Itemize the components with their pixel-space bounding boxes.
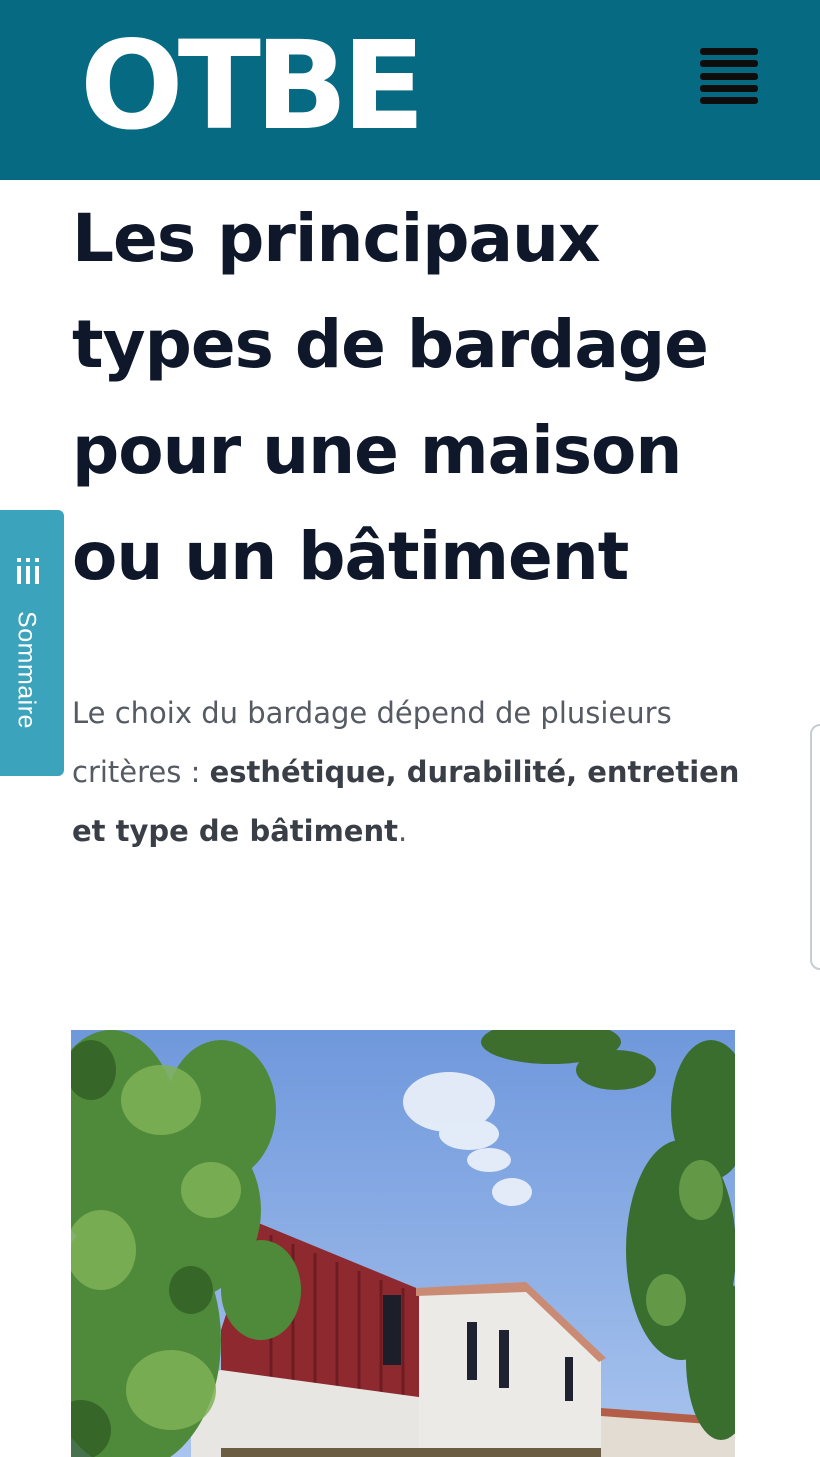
hamburger-icon [700, 48, 758, 55]
logo-text: OTBE [80, 22, 419, 134]
intro-end: . [397, 814, 408, 848]
hero-image [71, 1030, 735, 1457]
menu-button[interactable] [700, 48, 758, 104]
intro-paragraph: Le choix du bardage dépend de plusieurs … [72, 684, 742, 861]
article-title: Les principaux types de bardage pour une… [72, 200, 709, 595]
sommaire-label[interactable]: Sommaire [12, 611, 41, 729]
site-header: OTBE [0, 0, 820, 180]
page: OTBE Les principaux types de bardage pou… [0, 0, 820, 1457]
hamburger-icon-bar [700, 97, 758, 104]
side-widget-tab[interactable] [810, 724, 820, 970]
hamburger-icon-bar [700, 60, 758, 68]
list-icon [17, 558, 39, 584]
hamburger-icon-bar [700, 72, 758, 80]
hamburger-icon-bar [700, 84, 758, 92]
site-logo[interactable]: OTBE [80, 22, 440, 134]
